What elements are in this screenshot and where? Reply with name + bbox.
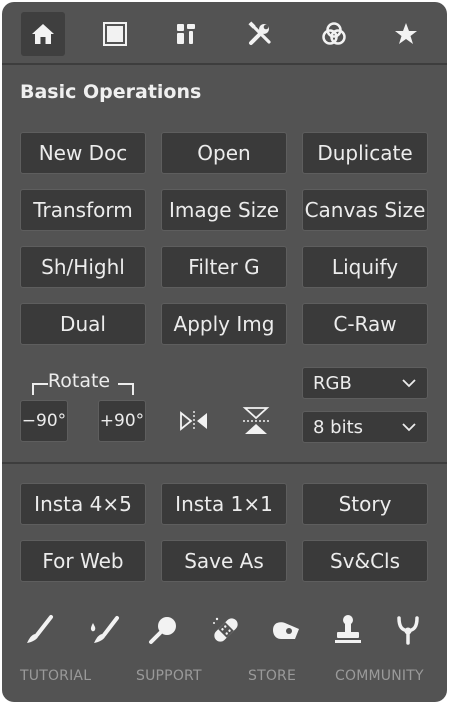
liquify-button[interactable]: Liquify xyxy=(302,246,428,288)
story-button[interactable]: Story xyxy=(302,483,428,525)
clone-stamp-tool[interactable] xyxy=(328,610,368,650)
tab-frame[interactable] xyxy=(93,12,137,56)
magnifier-tool[interactable] xyxy=(144,610,184,650)
fork-icon xyxy=(397,616,419,645)
divider xyxy=(2,462,447,464)
eraser-tool[interactable] xyxy=(266,610,306,650)
save-as-button[interactable]: Save As xyxy=(161,540,287,582)
community-link[interactable]: COMMUNITY xyxy=(335,668,424,684)
duplicate-button[interactable]: Duplicate xyxy=(302,132,428,174)
bandage-icon xyxy=(213,617,238,642)
brush-icon xyxy=(27,615,53,643)
canvas-size-button[interactable]: Canvas Size xyxy=(302,189,428,231)
image-size-button[interactable]: Image Size xyxy=(161,189,287,231)
mixer-brush-icon xyxy=(90,616,119,643)
rotate-ccw-button[interactable]: −90° xyxy=(20,400,68,442)
store-link[interactable]: STORE xyxy=(248,668,296,684)
apply-image-button[interactable]: Apply Img xyxy=(161,303,287,345)
magnifier-icon xyxy=(149,617,176,644)
tab-favorites[interactable] xyxy=(384,12,428,56)
flip-vertical-button[interactable] xyxy=(238,403,274,439)
color-mode-select[interactable]: RGB xyxy=(302,367,428,399)
tools-palette-icon xyxy=(177,24,195,44)
home-icon xyxy=(32,24,54,44)
healing-tool[interactable] xyxy=(206,610,246,650)
bit-depth-select[interactable]: 8 bits xyxy=(302,411,428,443)
mixer-brush-tool[interactable] xyxy=(84,610,124,650)
camera-raw-button[interactable]: C-Raw xyxy=(302,303,428,345)
color-mode-value: RGB xyxy=(313,372,352,394)
tab-home[interactable] xyxy=(21,12,65,56)
section-title: Basic Operations xyxy=(20,81,202,103)
save-and-close-button[interactable]: Sv&Cls xyxy=(302,540,428,582)
tab-color[interactable] xyxy=(312,12,356,56)
shadow-highlight-button[interactable]: Sh/Highl xyxy=(20,246,146,288)
rotate-cw-button[interactable]: +90° xyxy=(98,400,146,442)
tutorial-link[interactable]: TUTORIAL xyxy=(20,668,91,684)
star-icon xyxy=(395,23,417,44)
transform-button[interactable]: Transform xyxy=(20,189,146,231)
divider xyxy=(2,63,447,65)
insta-1x1-button[interactable]: Insta 1×1 xyxy=(161,483,287,525)
plugin-panel: Basic Operations New Doc Open Duplicate … xyxy=(2,2,447,702)
new-doc-button[interactable]: New Doc xyxy=(20,132,146,174)
wrench-screwdriver-icon xyxy=(248,21,271,45)
brush-tool[interactable] xyxy=(20,610,60,650)
stamp-icon xyxy=(335,615,361,643)
for-web-button[interactable]: For Web xyxy=(20,540,146,582)
flip-vertical-icon xyxy=(242,407,270,434)
chevron-down-icon xyxy=(402,423,416,432)
flip-horizontal-icon xyxy=(180,411,207,431)
dual-button[interactable]: Dual xyxy=(20,303,146,345)
flip-horizontal-button[interactable] xyxy=(176,403,212,439)
frame-icon xyxy=(103,22,127,46)
support-link[interactable]: SUPPORT xyxy=(136,668,202,684)
filter-gallery-button[interactable]: Filter G xyxy=(161,246,287,288)
rotate-label: Rotate xyxy=(47,370,111,392)
tab-tools[interactable] xyxy=(164,12,208,56)
eraser-icon xyxy=(273,622,299,639)
chevron-down-icon xyxy=(402,379,416,388)
tab-bar xyxy=(2,2,447,64)
fork-tool[interactable] xyxy=(388,610,428,650)
open-button[interactable]: Open xyxy=(161,132,287,174)
color-circles-icon xyxy=(322,22,346,45)
insta-4x5-button[interactable]: Insta 4×5 xyxy=(20,483,146,525)
tab-wrench[interactable] xyxy=(238,12,282,56)
bit-depth-value: 8 bits xyxy=(313,416,364,438)
